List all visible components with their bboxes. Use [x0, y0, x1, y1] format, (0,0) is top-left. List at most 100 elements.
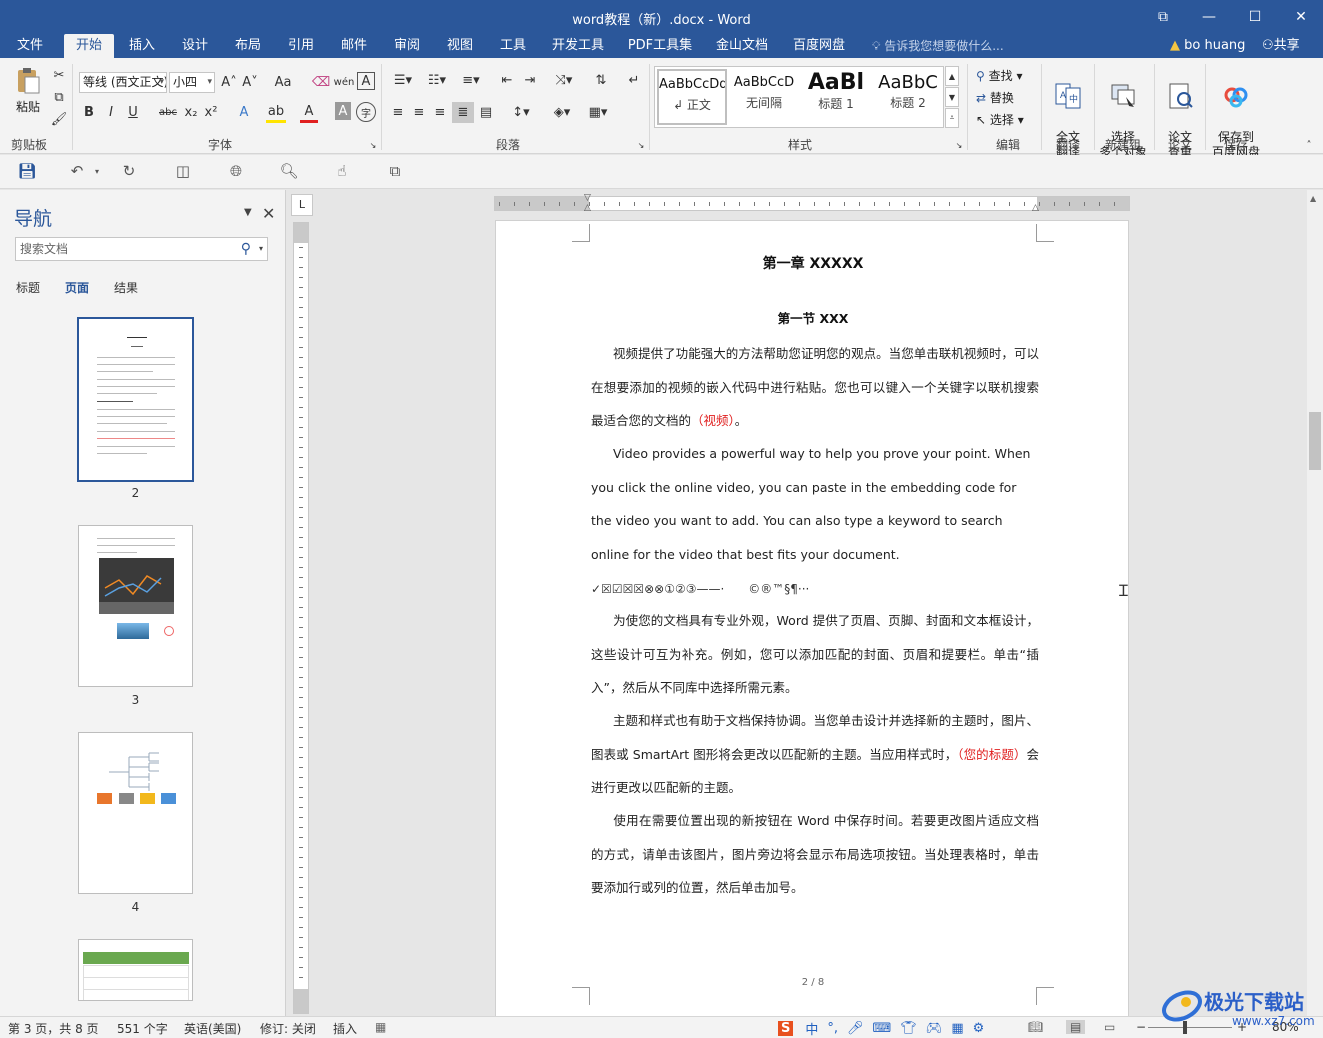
tab-baidu-netdisk[interactable]: 百度网盘 — [787, 34, 851, 58]
tell-me-box[interactable]: 💡︎ 告诉我您想要做什么... — [872, 34, 1004, 58]
increase-indent-icon[interactable]: ⇥ — [520, 70, 540, 91]
undo-dropdown-icon[interactable]: ▾ — [86, 161, 108, 181]
ribbon-display-options-icon[interactable]: ⧉ — [1140, 0, 1186, 34]
tab-review[interactable]: 审阅 — [385, 34, 429, 58]
document-page[interactable]: 第一章 XXXXX 第一节 XXX 视频提供了功能强大的方法帮助您证明您的观点。… — [495, 220, 1129, 1016]
shirt-icon[interactable]: 👕︎ — [900, 1021, 917, 1036]
insert-mode[interactable]: 插入 — [333, 1020, 357, 1037]
clear-formatting-icon[interactable]: ⌫ — [312, 72, 330, 93]
close-icon[interactable]: ✕ — [262, 204, 275, 223]
gamepad-icon[interactable]: 🎮︎ — [926, 1021, 943, 1036]
page-thumbnail[interactable] — [77, 317, 194, 482]
tab-design[interactable]: 设计 — [173, 34, 217, 58]
superscript-button[interactable]: x² — [202, 102, 220, 123]
multilevel-list-button[interactable]: ≡▾ — [456, 70, 486, 91]
sort-icon[interactable]: ⇅ — [591, 70, 611, 91]
search-icon[interactable]: ⚲ — [241, 238, 251, 260]
nav-search-input[interactable]: 搜索文档 ⚲ ▾ — [15, 237, 268, 261]
scroll-up-icon[interactable]: ▲ — [1310, 194, 1316, 203]
tab-kdocs[interactable]: 金山文档 — [710, 34, 774, 58]
ime-toolbar[interactable]: S 中 °, 🎤︎ ⌨ 👕︎ 🎮︎ ▦ ⚙ — [778, 1017, 993, 1038]
italic-button[interactable]: I — [102, 102, 120, 123]
keyboard-icon[interactable]: ⌨ — [873, 1021, 892, 1036]
maximize-button[interactable]: ☐ — [1232, 0, 1278, 34]
right-indent-marker[interactable]: △ — [1032, 203, 1039, 213]
format-painter-icon[interactable]: 🖌︎ — [50, 110, 68, 128]
justify-icon[interactable]: ≣ — [452, 102, 474, 123]
chevron-down-icon[interactable]: ▾ — [259, 238, 263, 260]
tab-file[interactable]: 文件 — [8, 34, 52, 58]
subscript-button[interactable]: x₂ — [182, 102, 200, 123]
touch-mode-icon[interactable]: ☝ — [331, 161, 353, 181]
styles-dialog-launcher-icon[interactable]: ↘ — [954, 140, 964, 150]
styles-scroll-down-icon[interactable]: ▼ — [945, 87, 959, 107]
tab-developer[interactable]: 开发工具 — [546, 34, 610, 58]
microphone-icon[interactable]: 🎤︎ — [847, 1021, 864, 1036]
minimize-button[interactable]: — — [1186, 0, 1232, 34]
text-effects-button[interactable]: A — [234, 102, 254, 123]
line-spacing-button[interactable]: ↕▾ — [506, 102, 536, 123]
find-button[interactable]: ⚲ 查找 ▾ — [976, 67, 1022, 84]
zoom-out-icon[interactable]: − — [1136, 1020, 1146, 1034]
hanging-indent-marker[interactable]: △ — [584, 203, 591, 213]
style-no-spacing[interactable]: AaBbCcD 无间隔 — [729, 69, 799, 125]
char-shading-button[interactable]: A — [335, 102, 351, 120]
tab-view[interactable]: 视图 — [438, 34, 482, 58]
style-heading-2[interactable]: AaBbC 标题 2 — [873, 69, 943, 125]
language-indicator[interactable]: 英语(美国) — [184, 1020, 241, 1037]
word-count[interactable]: 551 个字 — [117, 1020, 168, 1037]
bullets-button[interactable]: ☰▾ — [388, 70, 418, 91]
vertical-ruler[interactable] — [293, 222, 309, 1014]
customize-qat-icon[interactable]: ⧉ — [384, 161, 406, 181]
tab-pdf-tools[interactable]: PDF工具集 — [624, 34, 696, 58]
page-count[interactable]: 第 3 页，共 8 页 — [8, 1020, 99, 1037]
save-icon[interactable]: 💾︎ — [16, 161, 38, 181]
nav-options-icon[interactable]: ▼ — [244, 207, 252, 218]
undo-icon[interactable]: ↶ — [66, 161, 88, 181]
replace-button[interactable]: ⇄ 替换 — [976, 89, 1014, 106]
tab-references[interactable]: 引用 — [279, 34, 323, 58]
apps-icon[interactable]: ▦ — [951, 1021, 963, 1036]
chinese-layout-button[interactable]: ⤨▾ — [550, 70, 578, 91]
redo-icon[interactable]: ↻ — [118, 161, 140, 181]
highlight-button[interactable]: ab — [266, 102, 286, 123]
side-by-side-icon[interactable]: ◫ — [172, 161, 194, 181]
vertical-scrollbar[interactable]: ▲ — [1307, 190, 1323, 1016]
font-size-select[interactable]: 小四 ▾ — [169, 72, 215, 93]
align-center-icon[interactable]: ≡ — [409, 102, 429, 123]
print-layout-icon[interactable]: ▤ — [1066, 1020, 1086, 1034]
style-normal[interactable]: AaBbCcDd ↲ 正文 — [657, 69, 727, 125]
tab-layout[interactable]: 布局 — [226, 34, 270, 58]
distributed-icon[interactable]: ▤ — [476, 102, 496, 123]
font-color-button[interactable]: A — [300, 102, 318, 123]
align-right-icon[interactable]: ≡ — [430, 102, 450, 123]
macro-icon[interactable]: ▦ — [375, 1020, 386, 1034]
nav-tab-pages[interactable]: 页面 — [65, 279, 89, 296]
styles-more-icon[interactable]: ⩡ — [945, 108, 959, 128]
read-mode-icon[interactable]: 📖︎ — [1028, 1020, 1043, 1034]
phonetic-guide-button[interactable]: wén — [334, 72, 355, 93]
user-account[interactable]: ▲ bo huang — [1170, 34, 1245, 58]
cut-icon[interactable]: ✂ — [50, 66, 68, 84]
select-button[interactable]: ↖ 选择 ▾ — [976, 111, 1024, 128]
tab-home[interactable]: 开始 — [64, 34, 114, 58]
horizontal-ruler[interactable]: ▽ △ △ — [494, 193, 1130, 213]
align-left-icon[interactable]: ≡ — [388, 102, 408, 123]
tab-insert[interactable]: 插入 — [120, 34, 164, 58]
paste-button[interactable]: 粘贴 — [8, 66, 48, 115]
page-thumbnail[interactable] — [78, 939, 193, 1001]
ime-lang[interactable]: 中 — [805, 1019, 818, 1038]
page-thumbnail[interactable] — [78, 732, 193, 894]
show-marks-icon[interactable]: ↵ — [624, 70, 644, 91]
tab-tools[interactable]: 工具 — [491, 34, 535, 58]
style-heading-1[interactable]: AaBl 标题 1 — [801, 69, 871, 125]
styles-scroll-up-icon[interactable]: ▲ — [945, 66, 959, 86]
font-name-select[interactable]: 等线 (西文正文) ▾ — [79, 72, 167, 93]
decrease-indent-icon[interactable]: ⇤ — [497, 70, 517, 91]
shrink-font-button[interactable]: A˅ — [241, 72, 259, 93]
copy-icon[interactable]: ⧉ — [50, 88, 68, 106]
gear-icon[interactable]: ⚙ — [973, 1021, 985, 1036]
font-dialog-launcher-icon[interactable]: ↘ — [368, 140, 378, 150]
close-button[interactable]: ✕ — [1278, 0, 1323, 34]
underline-button[interactable]: U — [124, 102, 142, 123]
